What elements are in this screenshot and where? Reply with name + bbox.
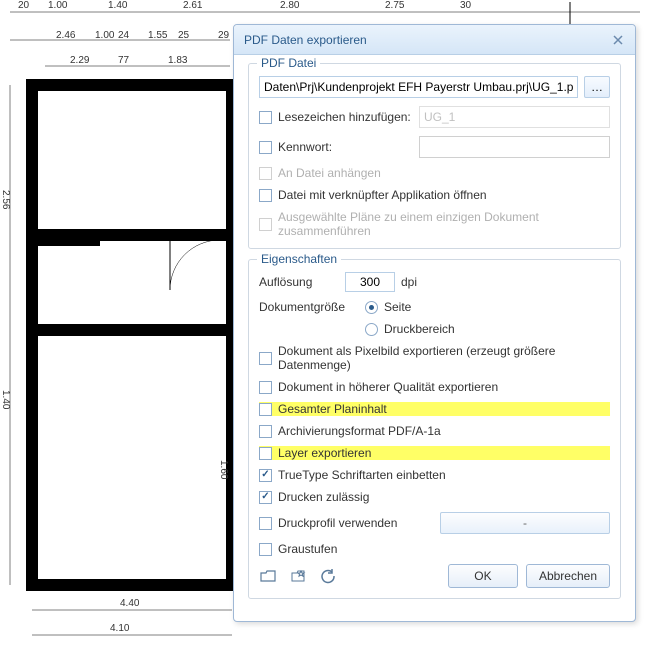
bookmark-label: Lesezeichen hinzufügen: [278, 110, 413, 124]
fieldset-legend: Eigenschaften [257, 252, 341, 266]
grayscale-checkbox[interactable] [259, 543, 272, 556]
dialog-title-text: PDF Daten exportieren [244, 25, 367, 55]
properties-fieldset: Eigenschaften Auflösung dpi Dokumentgröß… [248, 259, 621, 599]
docsize-page-label: Seite [384, 300, 411, 314]
merge-checkbox [259, 218, 272, 231]
docsize-printarea-label: Druckbereich [384, 322, 455, 336]
dim: 2.80 [280, 0, 299, 11]
cancel-button[interactable]: Abbrechen [526, 564, 610, 588]
dim: 1.60 [218, 460, 229, 479]
password-input[interactable] [419, 136, 610, 158]
layer-label: Layer exportieren [278, 446, 371, 460]
docsize-label: Dokumentgröße [259, 300, 359, 314]
dim: 1.00 [48, 0, 67, 11]
append-label: An Datei anhängen [278, 166, 381, 180]
open-checkbox[interactable] [259, 189, 272, 202]
printprofile-label: Druckprofil verwenden [278, 516, 434, 530]
open-label: Datei mit verknüpfter Applikation öffnen [278, 188, 487, 202]
docsize-page-radio[interactable] [365, 301, 378, 314]
dim: 2.29 [70, 55, 89, 66]
docsize-printarea-radio[interactable] [365, 323, 378, 336]
dim: 20 [18, 0, 29, 11]
browse-button[interactable]: … [584, 76, 610, 98]
archival-label: Archivierungsformat PDF/A-1a [278, 424, 441, 438]
resolution-input[interactable] [345, 272, 395, 292]
close-icon[interactable] [611, 33, 625, 47]
dim: 1.83 [168, 55, 187, 66]
dim: 2.56 [0, 190, 11, 209]
printprofile-checkbox[interactable] [259, 517, 272, 530]
highq-label: Dokument in höherer Qualität exportieren [278, 380, 498, 394]
dim: 1.55 [148, 30, 167, 41]
dim: 30 [460, 0, 471, 11]
archival-checkbox[interactable] [259, 425, 272, 438]
bookmark-checkbox[interactable] [259, 111, 272, 124]
append-checkbox [259, 167, 272, 180]
highq-checkbox[interactable] [259, 381, 272, 394]
grayscale-label: Graustufen [278, 542, 337, 556]
dim: 29 [218, 30, 229, 41]
dialog-titlebar[interactable]: PDF Daten exportieren [234, 25, 635, 55]
dim: 1.40 [0, 390, 11, 409]
password-label: Kennwort: [278, 140, 413, 154]
layer-checkbox[interactable] [259, 447, 272, 460]
dim: 1.40 [108, 0, 127, 11]
dim: 1.00 [95, 30, 114, 41]
dim: 77 [118, 55, 129, 66]
folder-open-icon[interactable] [259, 567, 277, 585]
dim: 2.46 [56, 30, 75, 41]
printprofile-button[interactable]: - [440, 512, 610, 534]
ok-button[interactable]: OK [448, 564, 518, 588]
printallowed-checkbox[interactable] [259, 491, 272, 504]
bookmark-input[interactable] [419, 106, 610, 128]
printallowed-label: Drucken zulässig [278, 490, 369, 504]
truetype-checkbox[interactable] [259, 469, 272, 482]
merge-label: Ausgewählte Pläne zu einem einzigen Doku… [278, 210, 610, 238]
favorite-icon[interactable] [289, 567, 307, 585]
pdf-file-fieldset: PDF Datei … Lesezeichen hinzufügen: Kenn… [248, 63, 621, 249]
dim: 2.75 [385, 0, 404, 11]
dim: 25 [178, 30, 189, 41]
pixel-label: Dokument als Pixelbild exportieren (erze… [278, 344, 610, 372]
resolution-unit: dpi [401, 275, 417, 289]
truetype-label: TrueType Schriftarten einbetten [278, 468, 446, 482]
reset-icon[interactable] [319, 567, 337, 585]
dim: 24 [118, 30, 129, 41]
password-checkbox[interactable] [259, 141, 272, 154]
dim: 4.40 [120, 598, 139, 609]
pdf-export-dialog: PDF Daten exportieren PDF Datei … Leseze… [233, 24, 636, 622]
file-path-input[interactable] [259, 76, 578, 98]
resolution-label: Auflösung [259, 275, 339, 289]
fieldset-legend: PDF Datei [257, 56, 320, 70]
pixel-checkbox[interactable] [259, 352, 272, 365]
wholeplan-checkbox[interactable] [259, 403, 272, 416]
wholeplan-label: Gesamter Planinhalt [278, 402, 387, 416]
dim: 4.10 [110, 623, 129, 634]
dim: 2.61 [183, 0, 202, 11]
